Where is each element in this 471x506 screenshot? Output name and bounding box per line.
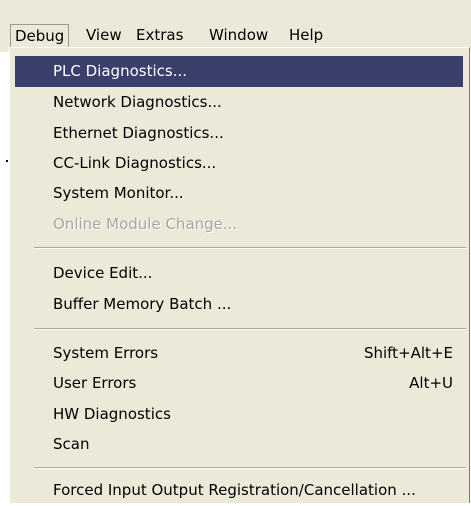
menu-bar: Debug View Extras Window Help	[0, 0, 471, 52]
menu-item-label: Forced Input Output Registration/Cancell…	[53, 481, 416, 499]
menu-debug[interactable]: Debug	[10, 24, 70, 48]
menu-item-label: Scan	[53, 435, 90, 453]
menu-item-forced-input-output[interactable]: Forced Input Output Registration/Cancell…	[15, 475, 463, 506]
menu-help[interactable]: Help	[285, 24, 327, 48]
menu-item-ethernet-diagnostics[interactable]: Ethernet Diagnostics...	[15, 118, 463, 149]
menu-item-system-errors[interactable]: System Errors Shift+Alt+E	[15, 338, 463, 369]
menu-item-online-module-change: Online Module Change...	[15, 209, 463, 240]
menu-item-label: System Monitor...	[53, 184, 184, 202]
menu-item-buffer-memory-batch[interactable]: Buffer Memory Batch ...	[15, 289, 463, 320]
background-mark	[6, 160, 8, 162]
menu-item-label: Buffer Memory Batch ...	[53, 295, 232, 313]
menu-item-device-edit[interactable]: Device Edit...	[15, 258, 463, 289]
menu-item-system-monitor[interactable]: System Monitor...	[15, 178, 463, 209]
menu-item-user-errors[interactable]: User Errors Alt+U	[15, 368, 463, 399]
debug-dropdown-menu: PLC Diagnostics... Network Diagnostics..…	[9, 47, 470, 503]
menu-item-label: HW Diagnostics	[53, 405, 171, 423]
menu-separator	[34, 247, 466, 249]
menu-item-label: Device Edit...	[53, 264, 153, 282]
menu-item-label: System Errors	[53, 344, 159, 362]
menu-item-scan[interactable]: Scan	[15, 429, 463, 460]
menu-item-label: User Errors	[53, 374, 137, 392]
menu-item-label: Online Module Change...	[53, 215, 238, 233]
menu-separator	[34, 467, 466, 469]
menu-item-plc-diagnostics[interactable]: PLC Diagnostics...	[15, 56, 463, 87]
shortcut-label: Alt+U	[409, 374, 453, 392]
menu-item-cc-link-diagnostics[interactable]: CC-Link Diagnostics...	[15, 148, 463, 179]
menu-item-hw-diagnostics[interactable]: HW Diagnostics	[15, 399, 463, 430]
menu-extras[interactable]: Extras	[132, 24, 187, 48]
background-window-edge	[0, 52, 9, 503]
menu-item-label: Network Diagnostics...	[53, 93, 222, 111]
shortcut-label: Shift+Alt+E	[363, 344, 453, 362]
menu-separator	[34, 328, 466, 330]
menu-view[interactable]: View	[82, 24, 126, 48]
menu-item-label: PLC Diagnostics...	[53, 62, 187, 80]
menu-item-label: CC-Link Diagnostics...	[53, 154, 217, 172]
menu-item-network-diagnostics[interactable]: Network Diagnostics...	[15, 87, 463, 118]
menu-window[interactable]: Window	[205, 24, 272, 48]
menu-item-label: Ethernet Diagnostics...	[53, 124, 224, 142]
